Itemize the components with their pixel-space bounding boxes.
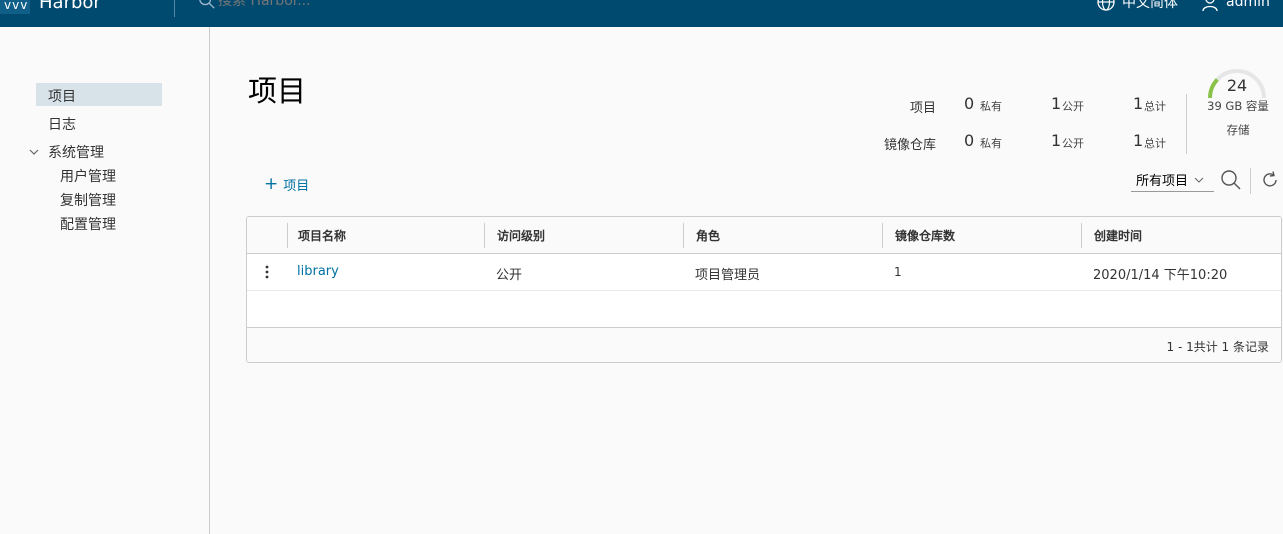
stat-repos-public-count: 1 — [1051, 131, 1062, 150]
column-header-repo-count[interactable]: 镜像仓库数 — [895, 227, 955, 244]
project-filter-value: 所有项目 — [1136, 174, 1189, 189]
chevron-down-icon — [1194, 177, 1204, 183]
sidebar-item-projects[interactable]: 项目 — [36, 83, 162, 106]
top-header: vvv Harbor 中文简体 admin — [0, 0, 1283, 27]
sidebar-item-logs[interactable]: 日志 — [48, 114, 76, 134]
project-name-link[interactable]: library — [297, 264, 339, 279]
column-separator — [683, 223, 684, 248]
toolbar-divider — [1250, 168, 1251, 194]
user-menu[interactable]: admin — [1200, 0, 1270, 12]
storage-percent: 24 — [1226, 76, 1248, 95]
stat-public-label: 公开 — [1062, 100, 1084, 113]
column-separator — [484, 223, 485, 248]
stat-private-label: 私有 — [980, 100, 1002, 113]
table-header: 项目名称 访问级别 角色 镜像仓库数 创建时间 — [247, 217, 1281, 254]
table-footer: 1 - 1共计 1 条记录 — [247, 327, 1281, 362]
add-project-label: 项目 — [283, 179, 310, 194]
language-selector[interactable]: 中文简体 — [1096, 0, 1178, 12]
sidebar-item-label: 项目 — [48, 89, 76, 105]
stat-private-label: 私有 — [980, 137, 1002, 150]
column-separator — [882, 223, 883, 248]
stat-public-label: 公开 — [1062, 137, 1084, 150]
refresh-icon[interactable] — [1260, 170, 1280, 190]
stat-projects-public-count: 1 — [1051, 94, 1062, 113]
stat-repos-total-count: 1 — [1133, 131, 1144, 150]
language-label: 中文简体 — [1122, 0, 1178, 11]
column-separator — [1081, 223, 1082, 248]
projects-table: 项目名称 访问级别 角色 镜像仓库数 创建时间 library 公开 项目管理员… — [246, 216, 1282, 363]
page-title: 项目 — [248, 74, 307, 108]
column-separator — [287, 223, 288, 248]
project-role: 项目管理员 — [695, 268, 761, 283]
project-created-time: 2020/1/14 下午10:20 — [1093, 268, 1228, 283]
stats-divider — [1186, 94, 1187, 154]
add-project-button[interactable]: + 项目 — [264, 174, 310, 195]
harbor-logo-glyphs: vvv — [4, 0, 29, 12]
stat-projects-total-count: 1 — [1133, 94, 1144, 113]
storage-capacity: 39 GB 容量 — [1207, 99, 1269, 113]
stat-projects-label: 项目 — [909, 101, 936, 116]
plus-icon: + — [264, 174, 279, 194]
more-vertical-icon[interactable] — [262, 263, 272, 281]
stat-total-label: 总计 — [1144, 137, 1166, 150]
sidebar-item-users[interactable]: 用户管理 — [60, 166, 116, 186]
sidebar-group-label: 系统管理 — [48, 145, 104, 161]
table-row[interactable]: library 公开 项目管理员 1 2020/1/14 下午10:20 — [247, 254, 1281, 291]
global-search-input[interactable] — [218, 0, 418, 9]
user-icon — [1202, 0, 1218, 12]
storage-label: 存储 — [1226, 123, 1250, 137]
chevron-down-icon — [29, 149, 39, 155]
globe-icon — [1097, 0, 1115, 11]
column-header-created[interactable]: 创建时间 — [1094, 227, 1142, 244]
column-header-name[interactable]: 项目名称 — [298, 227, 346, 244]
stat-repos-private-count: 0 — [964, 131, 975, 150]
harbor-logo[interactable]: vvv — [0, 0, 30, 14]
header-divider — [174, 0, 175, 17]
search-icon[interactable] — [1220, 169, 1242, 191]
stat-projects-private-count: 0 — [964, 94, 975, 113]
brand-title[interactable]: Harbor — [39, 0, 101, 13]
project-repo-count: 1 — [894, 265, 902, 279]
column-header-role[interactable]: 角色 — [696, 227, 720, 244]
stat-total-label: 总计 — [1144, 100, 1166, 113]
sidebar-item-replication[interactable]: 复制管理 — [60, 190, 116, 210]
pagination-summary: 1 - 1共计 1 条记录 — [1166, 340, 1270, 354]
stat-repos-label: 镜像仓库 — [883, 138, 936, 153]
column-header-access[interactable]: 访问级别 — [497, 227, 545, 244]
project-access-level: 公开 — [496, 268, 523, 283]
sidebar-item-configuration[interactable]: 配置管理 — [60, 214, 116, 234]
global-search[interactable] — [198, 0, 418, 10]
sidebar-group-admin[interactable]: 系统管理 — [28, 142, 104, 162]
user-name: admin — [1226, 0, 1270, 10]
sidebar: 项目 日志 系统管理 用户管理 复制管理 配置管理 — [0, 27, 210, 534]
search-icon — [199, 0, 215, 9]
project-filter-select[interactable]: 所有项目 — [1131, 168, 1214, 192]
